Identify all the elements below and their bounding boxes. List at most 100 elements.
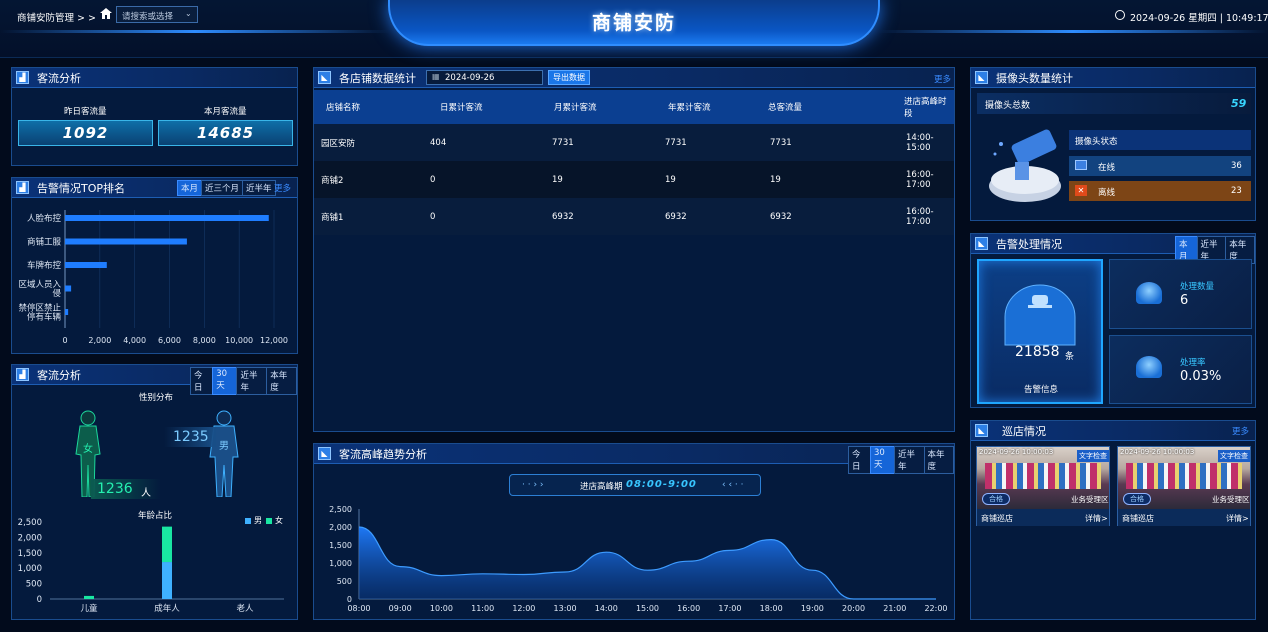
table-cell: 商铺2 <box>321 175 344 186</box>
detail-link[interactable]: 详情> <box>1085 513 1108 524</box>
alarm-info-label: 告警信息 <box>1024 385 1059 395</box>
search-select[interactable]: 请搜索或选择 ⌄ <box>116 6 198 23</box>
patrol-photo: 2024-09-26 10:00:03 文字检查 合格 业务受理区 <box>1118 447 1250 509</box>
breadcrumb[interactable]: 商铺安防管理 > > <box>17 10 96 24</box>
flow-analysis-panel: ▟ 客流分析 今日 30天 近半年 本年度 性别分布 女 1236 人 男 123… <box>11 364 298 620</box>
more-link[interactable]: 更多 <box>934 73 951 85</box>
x-tick-label: 19:00 <box>801 604 824 613</box>
patrol-name: 商铺巡店 <box>981 514 1013 523</box>
online-value: 36 <box>1231 161 1242 171</box>
status-badge: 合格 <box>1123 493 1151 505</box>
detail-link[interactable]: 详情> <box>1226 513 1249 524</box>
handled-label: 处理数量 <box>1180 282 1215 292</box>
area-label: 业务受理区 <box>1212 495 1250 504</box>
chart-icon: ▟ <box>16 181 29 194</box>
camera-total-bar: 摄像头总数 59 <box>977 93 1251 114</box>
table-row[interactable]: 商铺2 0 19 19 19 16:00-17:00 <box>314 161 954 198</box>
tab-half-year[interactable]: 近半年 <box>236 367 268 395</box>
alarm-dome-icon <box>1004 284 1076 346</box>
camera-icon: ◣ <box>318 447 331 460</box>
x-icon: ✕ <box>1075 185 1087 196</box>
male-figure-icon <box>209 410 239 497</box>
alarm-rank-tabs: 本月 近三个月 近半年 <box>177 180 276 196</box>
handled-value: 6 <box>1180 293 1189 308</box>
tab-this-year[interactable]: 本年度 <box>923 446 954 474</box>
month-value: 14685 <box>158 120 293 146</box>
category-label: 侵 <box>52 288 61 299</box>
store-table: 店铺名称 日累计客流 月累计客流 年累计客流 总客流量 进店高峰时段 园区安防 404 773… <box>314 90 954 235</box>
trend-area <box>359 527 936 599</box>
check-shield-icon <box>1136 356 1162 378</box>
tab-today[interactable]: 今日 <box>190 367 214 395</box>
export-button[interactable]: 导出数据 <box>548 70 590 85</box>
yesterday-label: 昨日客流量 <box>64 107 107 117</box>
table-cell: 16:00-17:00 <box>906 206 934 227</box>
column-header[interactable]: 进店高峰时段 <box>844 90 954 124</box>
clock-icon <box>1115 10 1125 20</box>
x-tick-label: 2,000 <box>88 336 111 345</box>
patrol-photo: 2024-09-26 10:00:03 文字检查 合格 业务受理区 <box>977 447 1109 509</box>
peak-label: 进店高峰期 <box>580 482 623 492</box>
peak-value: 08:00-9:00 <box>626 479 697 490</box>
more-link[interactable]: 更多 <box>1232 425 1249 437</box>
table-cell: 6932 <box>770 211 792 222</box>
table-row[interactable]: 园区安防 404 7731 7731 7731 14:00-15:00 <box>314 124 954 161</box>
datetime: 2024-09-26 星期四 | 10:49:17 <box>1130 13 1268 24</box>
patrol-card[interactable]: 2024-09-26 10:00:03 文字检查 合格 业务受理区 商铺巡店 详情> <box>1117 446 1251 526</box>
yesterday-value: 1092 <box>18 120 153 146</box>
camera-total-label: 摄像头总数 <box>985 101 1031 111</box>
offline-value: 23 <box>1231 186 1242 196</box>
tab-30days[interactable]: 30天 <box>870 446 896 474</box>
bar-segment <box>84 595 94 599</box>
table-cell: 园区安防 <box>321 138 356 149</box>
column-header[interactable]: 总客流量 <box>738 90 844 124</box>
y-tick-label: 1,000 <box>329 559 352 568</box>
header-left-line <box>0 30 390 33</box>
more-link[interactable]: 更多 <box>274 182 291 194</box>
tab-this-year[interactable]: 本年度 <box>266 367 297 395</box>
status-badge: 合格 <box>982 493 1010 505</box>
y-tick-label: 500 <box>26 580 42 590</box>
tab-30days[interactable]: 30天 <box>212 367 238 395</box>
patrol-card[interactable]: 2024-09-26 10:00:03 文字检查 合格 业务受理区商铺巡店 详情> <box>976 446 1110 526</box>
male-count-box: 1235 <box>164 427 216 447</box>
date-picker[interactable]: ▦ 2024-09-26 <box>426 70 543 85</box>
column-header[interactable]: 月累计客流 <box>526 90 632 124</box>
tab-half-year[interactable]: 近半年 <box>242 180 276 196</box>
x-tick-label: 8,000 <box>193 336 216 345</box>
tab-half-year[interactable]: 近半年 <box>894 446 925 474</box>
column-header[interactable]: 日累计客流 <box>420 90 526 124</box>
bar <box>65 309 69 315</box>
category-label: 儿童 <box>80 603 98 614</box>
table-cell: 6932 <box>552 211 574 222</box>
column-header[interactable]: 年累计客流 <box>632 90 738 124</box>
bar-segment <box>162 562 172 599</box>
table-row[interactable]: 商铺1 0 6932 6932 6932 16:00-17:00 <box>314 198 954 235</box>
arrows-left-icon: ‹ ‹ · · <box>722 480 744 490</box>
y-tick-label: 1,500 <box>18 549 42 559</box>
category-label: 停有车辆 <box>27 312 62 323</box>
camera-icon: ◣ <box>975 424 988 437</box>
alarm-rank-chart: 0 2,000 4,000 6,000 8,000 10,000 12,000 人脸布控商铺工… <box>18 210 288 345</box>
camera-status-bar: 摄像头状态 <box>1069 130 1251 150</box>
x-tick-label: 12:00 <box>512 604 535 613</box>
alarm-count-unit: 条 <box>1065 352 1075 362</box>
tab-3months[interactable]: 近三个月 <box>201 180 244 196</box>
panel-title: ▟ 客流分析 <box>12 68 297 88</box>
x-tick-label: 22:00 <box>924 604 947 613</box>
panel-title: ◣ 巡店情况 <box>971 421 1255 441</box>
y-tick-label: 2,500 <box>329 505 352 514</box>
camera-icon: ◣ <box>975 71 988 84</box>
x-tick-label: 18:00 <box>760 604 783 613</box>
category-label: 人脸布控 <box>27 213 62 224</box>
tab-today[interactable]: 今日 <box>848 446 871 474</box>
photo-timestamp: 2024-09-26 10:00:03 <box>1120 448 1195 456</box>
x-tick-label: 10,000 <box>225 336 253 345</box>
home-icon[interactable] <box>100 8 112 19</box>
column-header[interactable]: 店铺名称 <box>314 90 420 124</box>
bar <box>65 262 107 268</box>
category-label: 老人 <box>236 603 254 614</box>
y-tick-label: 0 <box>347 595 352 604</box>
tab-month[interactable]: 本月 <box>177 180 203 196</box>
patrol-card-footer: 商铺巡店 详情> <box>977 509 1109 526</box>
